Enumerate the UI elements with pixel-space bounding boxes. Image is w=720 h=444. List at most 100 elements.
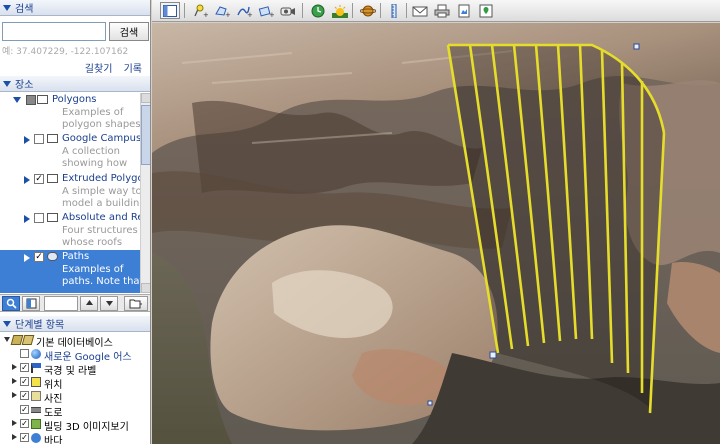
add-path-button[interactable]: + [234, 2, 254, 19]
desc-line: polygon shapes [62, 119, 140, 130]
layer-primary-database[interactable]: 기본 데이터베이스 [0, 333, 150, 349]
move-down-button[interactable] [100, 296, 118, 311]
tree-node-extruded-polygon[interactable]: ✓ Extruded Polygo A simple way to model … [0, 172, 140, 212]
sunlight-button[interactable] [330, 2, 350, 19]
expand-arrow-icon[interactable] [13, 97, 21, 103]
places-scrollbar[interactable] [140, 93, 150, 293]
move-up-button[interactable] [80, 296, 98, 311]
add-folder-button[interactable] [124, 296, 148, 311]
search-row: 검색 [2, 22, 149, 42]
expand-arrow-icon[interactable] [24, 254, 30, 262]
scroll-down-arrow-icon[interactable] [141, 283, 150, 293]
main-toolbar: + + + + [152, 0, 720, 22]
add-polygon-button[interactable]: + [212, 2, 232, 19]
historical-imagery-button[interactable] [308, 2, 328, 19]
ruler-icon [391, 3, 397, 18]
layer-roads[interactable]: ✓ 도로 [0, 403, 150, 419]
places-panel-header[interactable]: 장소 [0, 76, 150, 92]
layer-photos[interactable]: ✓ 사진 [0, 389, 150, 405]
checkbox[interactable] [34, 134, 44, 144]
checkbox[interactable]: ✓ [20, 419, 29, 428]
expand-arrow-icon[interactable] [12, 434, 17, 440]
marker-icon[interactable] [633, 43, 640, 50]
sidebar-toggle-button[interactable] [160, 2, 180, 19]
overlay-icon: + [258, 5, 274, 18]
desc-line: whose roofs [62, 237, 123, 248]
record-tour-button[interactable] [278, 2, 298, 19]
search-panel-header[interactable]: 검색 [0, 0, 150, 16]
history-link[interactable]: 기록 [124, 64, 142, 75]
email-button[interactable] [410, 2, 430, 19]
checkbox[interactable]: ✓ [34, 252, 44, 262]
magnifier-icon [6, 298, 17, 309]
places-tree: Polygons Examples of polygon shapes Goog… [0, 93, 140, 293]
tree-node-google-campus[interactable]: Google Campus A collection showing how [0, 132, 140, 172]
switch-planet-button[interactable] [358, 2, 378, 19]
svg-text:+: + [225, 11, 230, 18]
scroll-thumb[interactable] [141, 105, 150, 165]
checkbox[interactable]: ✓ [20, 433, 29, 442]
layer-3d-buildings[interactable]: ✓ 빌딩 3D 이미지보기 [0, 417, 150, 433]
node-title: Extruded Polygo [62, 173, 140, 184]
collapse-triangle-icon[interactable] [3, 320, 11, 327]
placemark-icon: + [194, 4, 208, 18]
print-button[interactable] [432, 2, 452, 19]
layer-ocean[interactable]: ✓ 바다 [0, 431, 150, 444]
panel-toggle-button[interactable] [22, 296, 40, 311]
add-placemark-button[interactable]: + [190, 2, 210, 19]
collapse-triangle-icon[interactable] [3, 4, 11, 11]
expand-arrow-icon[interactable] [24, 136, 30, 144]
folder-icon [47, 174, 58, 183]
expand-arrow-icon[interactable] [24, 176, 30, 184]
expand-arrow-icon[interactable] [4, 337, 10, 342]
directions-link[interactable]: 길찾기 [85, 64, 113, 75]
map-view[interactable] [152, 23, 720, 444]
expand-arrow-icon[interactable] [12, 378, 17, 384]
checkbox[interactable]: ✓ [20, 377, 29, 386]
scroll-up-arrow-icon[interactable] [141, 93, 150, 103]
desc-line: A simple way to [62, 186, 140, 197]
checkbox[interactable]: ✓ [34, 174, 44, 184]
expand-arrow-icon[interactable] [12, 364, 17, 370]
add-image-overlay-button[interactable]: + [256, 2, 276, 19]
checkbox[interactable] [20, 349, 29, 358]
search-links: 길찾기 기록 [77, 60, 142, 75]
checkbox[interactable]: ✓ [20, 363, 29, 372]
layer-places[interactable]: ✓ 위치 [0, 375, 150, 391]
layer-borders-labels[interactable]: ✓ 국경 및 라벨 [0, 361, 150, 377]
checkbox[interactable] [26, 95, 36, 105]
planets-icon [360, 5, 376, 16]
marker-icon[interactable] [489, 351, 497, 359]
toolbar-separator [184, 3, 185, 18]
checkbox[interactable] [34, 213, 44, 223]
node-title: Google Campus [62, 133, 140, 144]
expand-arrow-icon[interactable] [12, 392, 17, 398]
node-description: A simple way to model a building [62, 186, 140, 210]
ruler-button[interactable] [384, 2, 404, 19]
checkbox[interactable]: ✓ [20, 391, 29, 400]
email-icon [412, 6, 428, 16]
expand-arrow-icon[interactable] [12, 420, 17, 426]
places-filter-input[interactable] [44, 296, 78, 311]
search-panel-title: 검색 [15, 4, 34, 15]
save-image-button[interactable] [454, 2, 474, 19]
search-input[interactable] [2, 22, 106, 41]
panel-icon [26, 298, 36, 309]
tree-node-absolute-relative[interactable]: Absolute and Re Four structures whose ro… [0, 211, 140, 251]
tree-node-polygons[interactable]: Polygons Examples of polygon shapes [0, 93, 140, 133]
expand-arrow-icon[interactable] [24, 215, 30, 223]
checkbox[interactable]: ✓ [20, 405, 29, 414]
terrain-imagery[interactable] [152, 23, 720, 444]
print-icon [434, 4, 450, 17]
layers-panel-header[interactable]: 단계별 항목 [0, 316, 150, 332]
search-button[interactable]: 검색 [109, 22, 149, 41]
marker-icon[interactable] [427, 400, 433, 406]
layers-panel-title: 단계별 항목 [15, 320, 65, 331]
tree-node-paths[interactable]: ✓ Paths Examples of paths. Note that [0, 250, 140, 293]
collapse-triangle-icon[interactable] [3, 80, 11, 87]
places-toolbar [0, 294, 150, 312]
layer-new-google-earth[interactable]: 새로운 Google 어스 [0, 347, 150, 363]
search-places-button[interactable] [2, 296, 20, 311]
view-in-maps-button[interactable] [476, 2, 496, 19]
toolbar-separator [406, 3, 407, 18]
